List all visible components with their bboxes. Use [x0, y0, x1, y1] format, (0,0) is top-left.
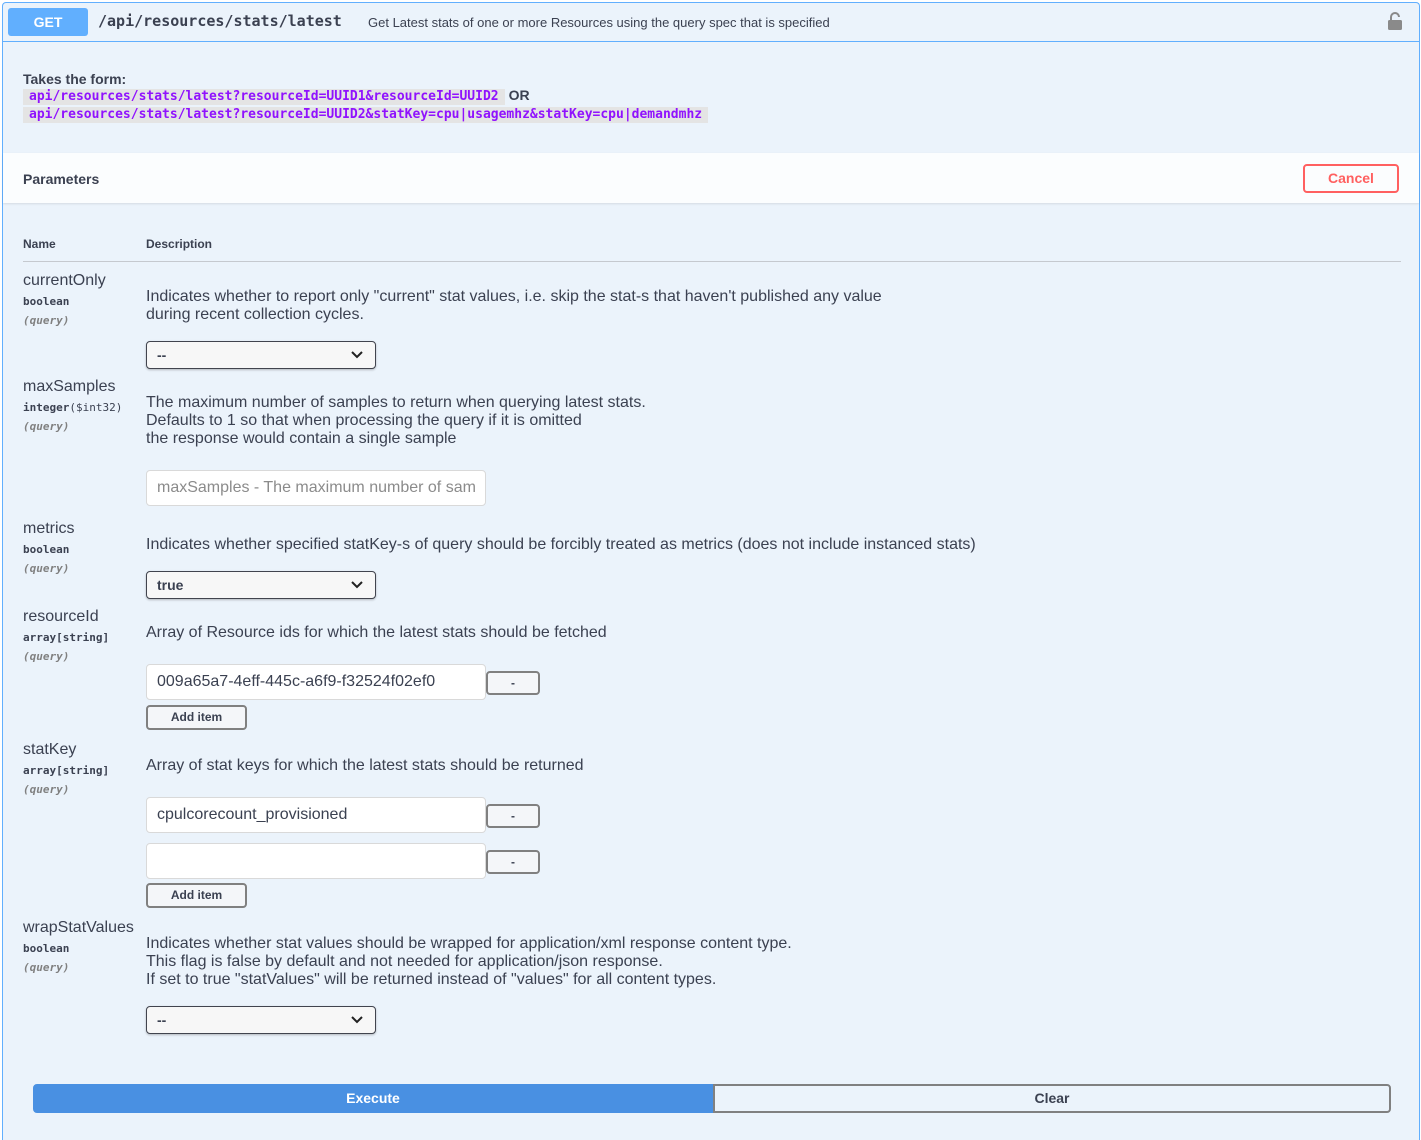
param-type-resourceid: array[string]	[23, 631, 110, 644]
select-value: --	[157, 347, 167, 363]
param-name-currentonly: currentOnly	[23, 272, 106, 289]
select-value: --	[157, 1012, 167, 1028]
param-desc-line: Indicates whether to report only "curren…	[146, 288, 882, 305]
param-type-maxsamples: integer($int32)	[23, 401, 122, 414]
param-in-metrics: (query)	[23, 562, 70, 575]
execute-button[interactable]: Execute	[33, 1084, 713, 1113]
chevron-down-icon	[351, 1016, 363, 1024]
operation-block: GET /api/resources/stats/latest Get Late…	[2, 2, 1420, 1140]
metrics-select[interactable]: true	[146, 571, 376, 599]
param-type-text: integer	[23, 401, 70, 414]
remove-item-button[interactable]: -	[486, 804, 540, 828]
operation-summary-description: Get Latest stats of one or more Resource…	[368, 15, 830, 30]
column-header-description: Description	[146, 237, 213, 251]
maxsamples-input[interactable]: maxSamples - The maximum number of sam	[146, 470, 486, 506]
param-name-maxsamples: maxSamples	[23, 378, 116, 395]
operation-description: Takes the form: api/resources/stats/late…	[23, 71, 709, 123]
param-desc-line: Indicates whether stat values should be …	[146, 935, 792, 952]
parameters-title: Parameters	[23, 171, 100, 187]
param-desc-currentonly: Indicates whether to report only "curren…	[146, 288, 882, 324]
description-title: Takes the form:	[23, 71, 127, 87]
example-url-2: api/resources/stats/latest?resourceId=UU…	[23, 107, 709, 123]
parameters-header: Parameters Cancel	[3, 153, 1419, 203]
header-divider	[23, 261, 1401, 262]
param-type-currentonly: boolean	[23, 295, 70, 308]
param-desc-maxsamples: The maximum number of samples to return …	[146, 394, 646, 448]
remove-item-button[interactable]: -	[486, 850, 540, 874]
param-type-statkey: array[string]	[23, 764, 110, 777]
add-item-button[interactable]: Add item	[146, 705, 247, 730]
lock-icon[interactable]	[1387, 11, 1403, 31]
param-desc-line: This flag is false by default and not ne…	[146, 953, 663, 970]
param-desc-line: Indicates whether specified statKey-s of…	[146, 536, 976, 553]
chevron-down-icon	[351, 581, 363, 589]
param-desc-metrics: Indicates whether specified statKey-s of…	[146, 536, 976, 554]
clear-button[interactable]: Clear	[713, 1084, 1391, 1113]
currentonly-select[interactable]: --	[146, 341, 376, 369]
operation-path: /api/resources/stats/latest	[98, 12, 342, 30]
param-name-resourceid: resourceId	[23, 608, 99, 625]
param-desc-line: Array of stat keys for which the latest …	[146, 757, 584, 774]
param-name-wrapstatvalues: wrapStatValues	[23, 919, 134, 936]
example-url-1: api/resources/stats/latest?resourceId=UU…	[23, 89, 505, 105]
chevron-down-icon	[351, 351, 363, 359]
param-name-statkey: statKey	[23, 741, 77, 758]
param-in-resourceid: (query)	[23, 650, 70, 663]
param-desc-line: during recent collection cycles.	[146, 306, 364, 323]
or-text: OR	[508, 87, 530, 103]
param-desc-wrapstatvalues: Indicates whether stat values should be …	[146, 935, 792, 989]
param-type-metrics: boolean	[23, 543, 70, 556]
add-item-button[interactable]: Add item	[146, 883, 247, 908]
method-badge: GET	[8, 8, 88, 36]
param-in-statkey: (query)	[23, 783, 70, 796]
param-desc-line: The maximum number of samples to return …	[146, 394, 646, 411]
cancel-button[interactable]: Cancel	[1303, 164, 1399, 193]
wrapstatvalues-select[interactable]: --	[146, 1006, 376, 1034]
select-value: true	[157, 577, 184, 593]
param-format: ($int32)	[69, 401, 123, 414]
column-header-name: Name	[23, 237, 56, 251]
statkey-item-input[interactable]	[146, 843, 486, 879]
statkey-item-input[interactable]: cpulcorecount_provisioned	[146, 797, 486, 833]
operation-summary[interactable]: GET /api/resources/stats/latest Get Late…	[3, 3, 1419, 42]
param-name-metrics: metrics	[23, 520, 75, 537]
param-in-wrapstatvalues: (query)	[23, 961, 70, 974]
param-desc-statkey: Array of stat keys for which the latest …	[146, 757, 584, 775]
param-in-maxsamples: (query)	[23, 420, 70, 433]
param-in-currentonly: (query)	[23, 314, 70, 327]
param-desc-line: Array of Resource ids for which the late…	[146, 624, 607, 641]
param-desc-line: Defaults to 1 so that when processing th…	[146, 412, 582, 429]
param-desc-line: If set to true "statValues" will be retu…	[146, 971, 717, 988]
remove-item-button[interactable]: -	[486, 671, 540, 695]
resourceid-item-input[interactable]: 009a65a7-4eff-445c-a6f9-f32524f02ef0	[146, 664, 486, 700]
param-desc-line: the response would contain a single samp…	[146, 430, 457, 447]
param-desc-resourceid: Array of Resource ids for which the late…	[146, 624, 607, 642]
param-type-wrapstatvalues: boolean	[23, 942, 70, 955]
